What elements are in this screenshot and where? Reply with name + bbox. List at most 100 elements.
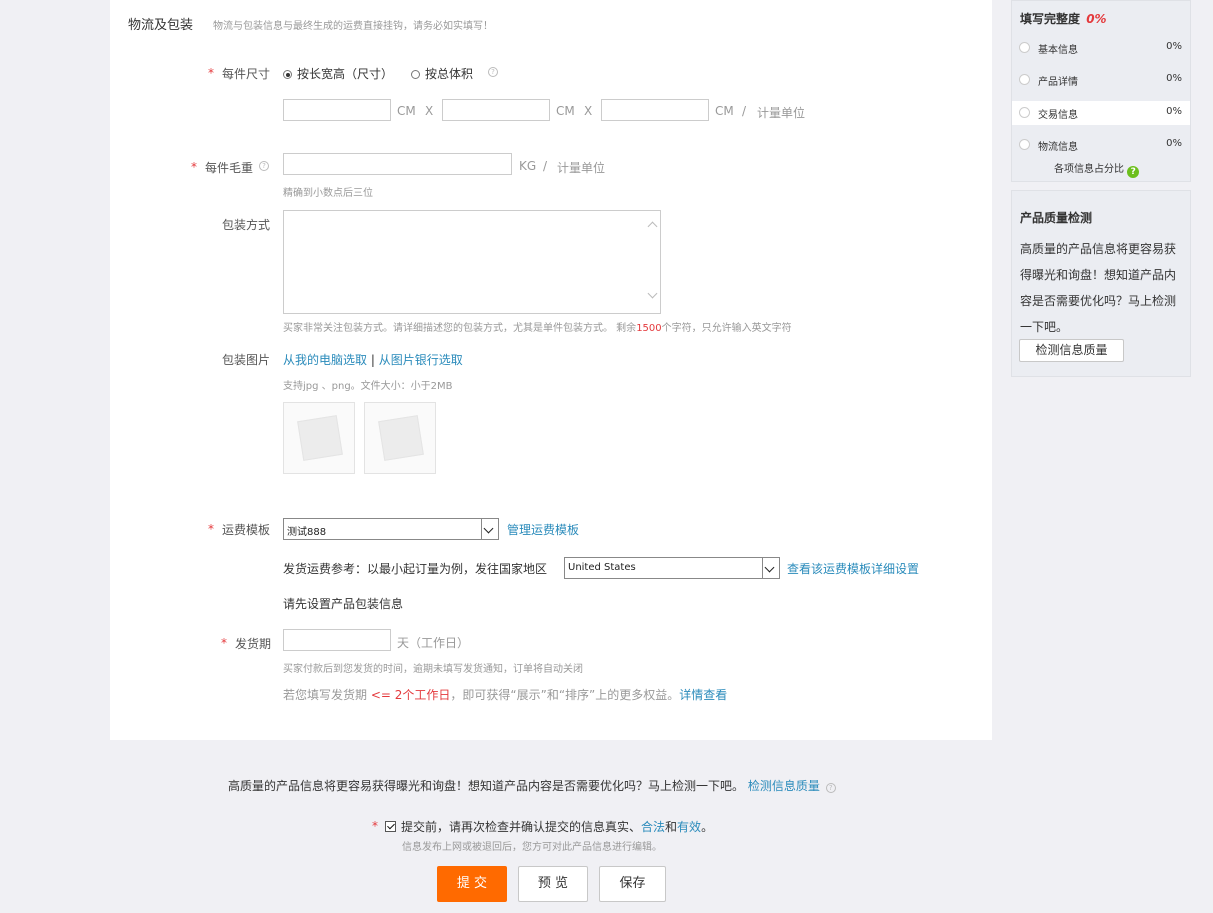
confirm-text: 和 bbox=[665, 820, 678, 834]
weight-hint: 精确到小数点后三位 bbox=[283, 188, 373, 199]
height-unit: CM bbox=[715, 104, 734, 118]
select-from-image-bank-link[interactable]: 从图片银行选取 bbox=[379, 353, 463, 367]
completeness-item[interactable]: 物流信息 0% bbox=[1012, 133, 1190, 157]
country-select[interactable]: United States bbox=[564, 557, 780, 579]
confirm-checkbox-row[interactable]: 提交前，请再次检查并确认提交的信息真实、合法和有效。 bbox=[385, 818, 713, 835]
chevron-down-icon[interactable] bbox=[481, 519, 498, 539]
scroll-down-icon[interactable] bbox=[647, 288, 658, 299]
times-symbol: X bbox=[425, 104, 434, 118]
completeness-item-name: 物流信息 bbox=[1038, 142, 1078, 153]
quality-text: 高质量的产品信息将更容易获得曝光和询盘！想知道产品内容是否需要优化吗？马上检测一… bbox=[1020, 242, 1177, 334]
image-placeholder-icon bbox=[378, 415, 424, 461]
scroll-up-icon[interactable] bbox=[647, 221, 658, 232]
packaging-textarea[interactable] bbox=[283, 210, 661, 314]
confirm-text: 。 bbox=[701, 820, 714, 834]
weight-label: 每件毛重 bbox=[205, 161, 254, 175]
required-asterisk: * bbox=[191, 160, 197, 174]
save-button[interactable]: 保存 bbox=[599, 866, 666, 902]
completeness-item[interactable]: 基本信息 0% bbox=[1012, 36, 1190, 60]
preview-button[interactable]: 预 览 bbox=[518, 866, 588, 902]
view-template-details-link[interactable]: 查看该运费模板详细设置 bbox=[787, 560, 919, 577]
shipping-reference-text: 发货运费参考：以最小起订量为例，发往国家地区 bbox=[283, 562, 548, 576]
size-option-volume[interactable]: 按总体积 bbox=[411, 65, 473, 82]
delivery-benefit: 若您填写发货期 <= 2个工作日，即可获得“展示”和“排序”上的更多权益。详情查… bbox=[283, 686, 727, 703]
section-description: 物流与包装信息与最终生成的运费直接挂钩，请务必如实填写！ bbox=[213, 21, 493, 32]
completeness-item[interactable]: 交易信息 0% bbox=[1012, 101, 1190, 125]
status-circle-icon bbox=[1019, 107, 1030, 118]
image-placeholder-icon bbox=[297, 415, 343, 461]
checkbox-checked-icon[interactable] bbox=[385, 821, 396, 832]
ratio-label-text: 各项信息占分比 bbox=[1054, 164, 1124, 175]
quality-title: 产品质量检测 bbox=[1020, 211, 1093, 225]
submit-button[interactable]: 提 交 bbox=[437, 866, 507, 902]
delivery-period-label: 发货期 bbox=[235, 637, 272, 651]
check-quality-button[interactable]: 检测信息质量 bbox=[1019, 339, 1124, 362]
image-slot-2[interactable] bbox=[364, 402, 436, 474]
measure-unit-label: 计量单位 bbox=[557, 161, 606, 175]
delivery-benefit-text: 若您填写发货期 bbox=[283, 688, 368, 702]
chevron-down-icon[interactable] bbox=[762, 558, 779, 578]
status-circle-icon bbox=[1019, 42, 1030, 53]
width-unit: CM bbox=[556, 104, 575, 118]
ratio-label: 各项信息占分比 ? bbox=[1054, 160, 1140, 178]
packaging-hint-text: 买家非常关注包装方式。请详细描述您的包装方式，尤其是单件包装方式。 剩余 bbox=[283, 323, 637, 334]
completeness-title: 填写完整度 0% bbox=[1020, 10, 1107, 27]
delivery-unit: 天（工作日） bbox=[397, 636, 470, 650]
section-title: 物流及包装 bbox=[128, 18, 194, 33]
remaining-chars: 1500 bbox=[636, 323, 662, 334]
required-asterisk: * bbox=[372, 819, 378, 833]
completeness-item-percent: 0% bbox=[1166, 138, 1182, 149]
status-circle-icon bbox=[1019, 74, 1030, 85]
delivery-benefit-highlight: <= 2个工作日 bbox=[370, 688, 451, 702]
quality-check-card: 产品质量检测 高质量的产品信息将更容易获得曝光和询盘！想知道产品内容是否需要优化… bbox=[1011, 190, 1191, 377]
manage-shipping-templates-link[interactable]: 管理运费模板 bbox=[507, 521, 579, 538]
delivery-hint: 买家付款后到您发货的时间，逾期未填写发货通知，订单将自动关闭 bbox=[283, 664, 583, 675]
completeness-percent: 0% bbox=[1086, 12, 1107, 26]
select-from-pc-link[interactable]: 从我的电脑选取 bbox=[283, 353, 367, 367]
status-circle-icon bbox=[1019, 139, 1030, 150]
measure-unit-label: 计量单位 bbox=[757, 106, 806, 120]
size-option-lwh-label: 按长宽高（尺寸） bbox=[297, 67, 394, 81]
confirm-text: 提交前，请再次检查并确认提交的信息真实、 bbox=[401, 820, 642, 834]
delivery-benefit-text: ，即可获得“展示”和“排序”上的更多权益。 bbox=[450, 688, 680, 702]
completeness-item-name: 交易信息 bbox=[1038, 110, 1078, 121]
image-slot-1[interactable] bbox=[283, 402, 355, 474]
completeness-title-text: 填写完整度 bbox=[1020, 12, 1081, 26]
country-value: United States bbox=[568, 562, 636, 573]
help-icon[interactable]: ? bbox=[259, 161, 269, 171]
completeness-item-percent: 0% bbox=[1166, 41, 1182, 52]
legal-link[interactable]: 合法 bbox=[641, 820, 665, 834]
link-separator: | bbox=[370, 353, 375, 367]
weight-input[interactable] bbox=[283, 153, 512, 175]
quality-promo: 高质量的产品信息将更容易获得曝光和询盘！想知道产品内容是否需要优化吗？马上检测一… bbox=[228, 777, 836, 794]
required-asterisk: * bbox=[221, 636, 227, 650]
set-packaging-notice: 请先设置产品包装信息 bbox=[283, 597, 404, 611]
packaging-label: 包装方式 bbox=[222, 218, 271, 232]
height-input[interactable] bbox=[601, 99, 709, 121]
check-quality-link[interactable]: 检测信息质量 bbox=[748, 779, 820, 793]
completeness-item-percent: 0% bbox=[1166, 73, 1182, 84]
packaging-hint: 买家非常关注包装方式。请详细描述您的包装方式，尤其是单件包装方式。 剩余1500… bbox=[283, 319, 792, 334]
completeness-card: 填写完整度 0% 基本信息 0% 产品详情 0% 交易信息 0% 物流信息 0%… bbox=[1011, 0, 1191, 182]
packaging-hint-text: 个字符，只允许输入英文字符 bbox=[661, 323, 792, 334]
width-input[interactable] bbox=[442, 99, 550, 121]
required-asterisk: * bbox=[208, 522, 214, 536]
radio-checked-icon[interactable] bbox=[283, 70, 292, 79]
size-label: 每件尺寸 bbox=[222, 67, 271, 81]
logistics-panel bbox=[110, 0, 992, 740]
required-asterisk: * bbox=[208, 66, 214, 80]
help-icon[interactable]: ? bbox=[825, 783, 836, 793]
valid-link[interactable]: 有效 bbox=[677, 820, 701, 834]
delivery-details-link[interactable]: 详情查看 bbox=[679, 688, 727, 702]
package-image-links: 从我的电脑选取 | 从图片银行选取 bbox=[283, 351, 463, 368]
length-input[interactable] bbox=[283, 99, 391, 121]
delivery-days-input[interactable] bbox=[283, 629, 391, 651]
shipping-template-value: 测试888 bbox=[287, 527, 327, 538]
help-icon[interactable]: ? bbox=[488, 67, 498, 77]
shipping-template-select[interactable]: 测试888 bbox=[283, 518, 499, 540]
completeness-item[interactable]: 产品详情 0% bbox=[1012, 68, 1190, 92]
confirm-hint: 信息发布上网或被退回后，您方可对此产品信息进行编辑。 bbox=[402, 842, 662, 853]
size-option-lwh[interactable]: 按长宽高（尺寸） bbox=[283, 65, 393, 82]
radio-unchecked-icon[interactable] bbox=[411, 70, 420, 79]
help-icon[interactable]: ? bbox=[1127, 166, 1140, 178]
